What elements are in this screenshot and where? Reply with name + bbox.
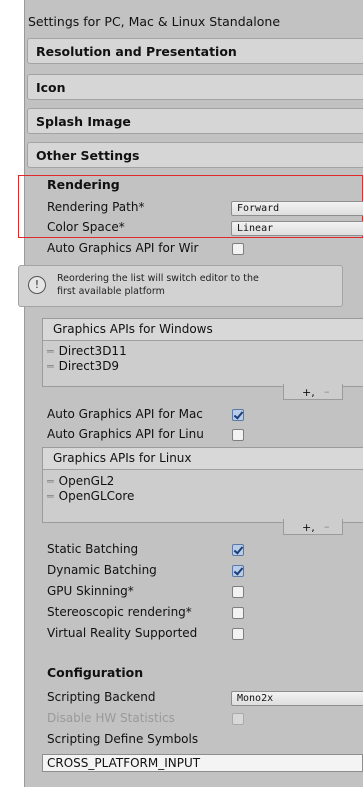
windows-graphics-api-list: Graphics APIs for Windows ═ Direct3D11 ═ D…: [42, 318, 363, 387]
list-item[interactable]: ═ Direct3D9: [43, 359, 363, 374]
list-item[interactable]: ═ OpenGLCore: [43, 489, 363, 504]
info-text-line: first available platform: [57, 286, 165, 297]
virtual-reality-checkbox[interactable]: [232, 628, 244, 640]
section-other-settings[interactable]: Other Settings: [27, 142, 363, 168]
auto-api-mac-checkbox[interactable]: [232, 409, 244, 421]
list-body: ═ Direct3D11 ═ Direct3D9: [43, 341, 363, 386]
rendering-path-value: Forward: [237, 203, 280, 214]
rendering-path-dropdown[interactable]: Forward ⬍: [231, 201, 363, 216]
remove-item-button[interactable]: –: [324, 384, 330, 399]
add-item-button[interactable]: +,: [302, 385, 315, 400]
inspector-title: Settings for PC, Mac & Linux Standalone: [28, 14, 281, 29]
section-resolution-presentation[interactable]: Resolution and Presentation: [27, 38, 363, 64]
drag-handle-icon[interactable]: ═: [47, 360, 54, 373]
drag-handle-icon[interactable]: ═: [47, 345, 54, 358]
list-item-label: Direct3D11: [58, 344, 127, 358]
static-batching-label: Static Batching: [47, 542, 139, 556]
scripting-backend-label: Scripting Backend: [47, 690, 156, 704]
info-icon: !: [28, 276, 46, 294]
section-splash-image[interactable]: Splash Image: [27, 108, 363, 134]
info-text: Reordering the list will switch editor t…: [57, 272, 259, 298]
rendering-path-label: Rendering Path*: [47, 200, 145, 214]
remove-item-button[interactable]: –: [324, 519, 330, 534]
section-label: Resolution and Presentation: [36, 44, 237, 59]
section-label: Splash Image: [36, 114, 131, 129]
rendering-heading: Rendering: [47, 177, 120, 192]
auto-api-windows-label: Auto Graphics API for Wir: [47, 241, 199, 255]
scripting-backend-value: Mono2x: [237, 693, 274, 704]
auto-api-linux-label: Auto Graphics API for Linu: [47, 427, 204, 441]
windows-list-controls: +, –: [283, 384, 343, 400]
drag-handle-icon[interactable]: ═: [47, 490, 54, 503]
section-label: Icon: [36, 80, 66, 95]
disable-hw-statistics-checkbox: [232, 713, 244, 725]
list-item[interactable]: ═ Direct3D11: [43, 344, 363, 359]
add-item-button[interactable]: +,: [302, 520, 315, 535]
dynamic-batching-label: Dynamic Batching: [47, 563, 157, 577]
color-space-dropdown[interactable]: Linear ⬍: [231, 221, 363, 236]
drag-handle-icon[interactable]: ═: [47, 475, 54, 488]
linux-list-controls: +, –: [283, 519, 343, 535]
scripting-backend-dropdown[interactable]: Mono2x ⬍: [231, 691, 363, 706]
dynamic-batching-checkbox[interactable]: [232, 565, 244, 577]
auto-api-windows-checkbox[interactable]: [232, 243, 244, 255]
stereoscopic-rendering-label: Stereoscopic rendering*: [47, 605, 192, 619]
configuration-heading: Configuration: [47, 665, 144, 680]
section-icon[interactable]: Icon: [27, 74, 363, 100]
list-item-label: OpenGL2: [58, 474, 115, 488]
auto-api-linux-checkbox[interactable]: [232, 429, 244, 441]
list-header: Graphics APIs for Linux: [43, 448, 363, 470]
static-batching-checkbox[interactable]: [232, 544, 244, 556]
stereoscopic-rendering-checkbox[interactable]: [232, 607, 244, 619]
info-text-line: Reordering the list will switch editor t…: [57, 273, 259, 284]
list-item-label: Direct3D9: [58, 359, 120, 373]
color-space-label: Color Space*: [47, 220, 125, 234]
list-body: ═ OpenGL2 ═ OpenGLCore: [43, 470, 363, 522]
section-label: Other Settings: [36, 148, 140, 163]
list-item[interactable]: ═ OpenGL2: [43, 474, 363, 489]
scripting-define-symbols-field[interactable]: CROSS_PLATFORM_INPUT: [42, 754, 363, 772]
list-header: Graphics APIs for Windows: [43, 319, 363, 341]
scripting-define-symbols-label: Scripting Define Symbols: [47, 732, 199, 746]
list-item-label: OpenGLCore: [58, 489, 135, 503]
disable-hw-statistics-label: Disable HW Statistics: [47, 711, 175, 725]
gpu-skinning-label: GPU Skinning*: [47, 584, 134, 598]
gpu-skinning-checkbox[interactable]: [232, 586, 244, 598]
auto-api-mac-label: Auto Graphics API for Mac: [47, 407, 203, 421]
linux-graphics-api-list: Graphics APIs for Linux ═ OpenGL2 ═ OpenGL…: [42, 447, 363, 523]
info-help-box: ! Reordering the list will switch editor…: [18, 265, 343, 307]
color-space-value: Linear: [237, 223, 274, 234]
virtual-reality-label: Virtual Reality Supported: [47, 626, 198, 640]
